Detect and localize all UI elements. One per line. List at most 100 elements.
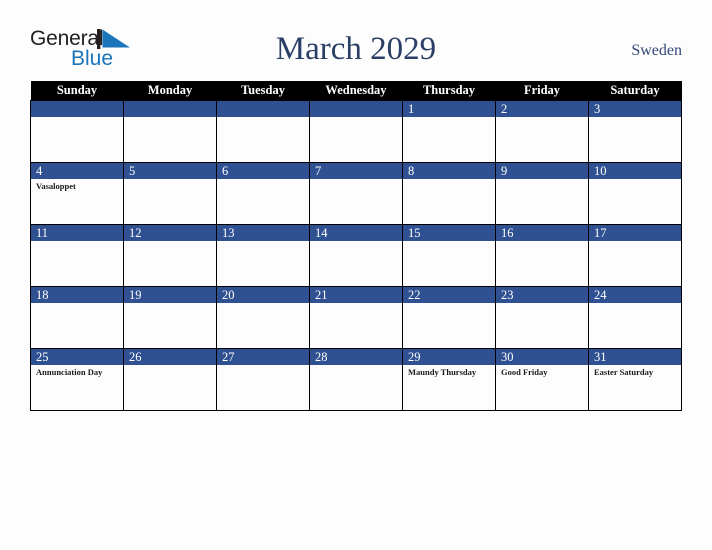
calendar-day-cell[interactable]: 13 [216, 224, 310, 287]
day-number: 19 [124, 287, 216, 303]
calendar-day-cell[interactable]: 12 [123, 224, 217, 287]
day-number: 8 [403, 163, 495, 179]
day-events [217, 117, 309, 119]
weekday-header-wednesday: Wednesday [309, 81, 403, 101]
day-events [589, 179, 681, 181]
weekday-header-sunday: Sunday [30, 81, 124, 101]
day-number: 12 [124, 225, 216, 241]
day-number: 13 [217, 225, 309, 241]
calendar-day-cell[interactable]: 2 [495, 100, 589, 163]
day-events [403, 179, 495, 181]
day-events [403, 303, 495, 305]
calendar-grid: Sunday Monday Tuesday Wednesday Thursday… [30, 81, 682, 411]
day-events: Easter Saturday [589, 365, 681, 378]
calendar-day-cell[interactable]: 31 Easter Saturday [588, 348, 682, 411]
day-number: 16 [496, 225, 588, 241]
calendar-day-cell[interactable]: 11 [30, 224, 124, 287]
calendar-day-cell[interactable]: 3 [588, 100, 682, 163]
day-number: 18 [31, 287, 123, 303]
calendar-week-row: 11 12 13 14 15 16 17 [30, 224, 682, 287]
weekday-header-tuesday: Tuesday [216, 81, 310, 101]
page-header: General Blue March 2029 Sweden [30, 26, 682, 76]
calendar-day-cell[interactable]: 29 Maundy Thursday [402, 348, 496, 411]
calendar-day-cell[interactable]: 28 [309, 348, 403, 411]
day-events [124, 117, 216, 119]
calendar-day-cell[interactable]: 30 Good Friday [495, 348, 589, 411]
calendar-day-cell[interactable]: 21 [309, 286, 403, 349]
day-events [403, 241, 495, 243]
day-number: 17 [589, 225, 681, 241]
day-number: 3 [589, 101, 681, 117]
calendar-week-row: 123 [30, 100, 682, 163]
calendar-day-cell[interactable]: 22 [402, 286, 496, 349]
day-number: 20 [217, 287, 309, 303]
calendar-day-cell[interactable]: 20 [216, 286, 310, 349]
day-number [31, 101, 123, 117]
day-events [124, 241, 216, 243]
day-events [310, 241, 402, 243]
day-number: 25 [31, 349, 123, 365]
day-events [403, 117, 495, 119]
day-events [31, 303, 123, 305]
calendar-day-cell[interactable]: 7 [309, 162, 403, 225]
calendar-day-cell[interactable]: 25 Annunciation Day [30, 348, 124, 411]
calendar-day-cell[interactable]: 4 Vasaloppet [30, 162, 124, 225]
calendar-body: 1 2 3 4 Vasaloppet 5 6 7 8 9 10 11 12 13 14 15 16 17 18 19 2… [30, 100, 682, 411]
calendar-day-cell[interactable]: 18 [30, 286, 124, 349]
day-events [310, 303, 402, 305]
calendar-day-cell[interactable] [309, 100, 403, 163]
day-events [496, 241, 588, 243]
event-label: Annunciation Day [36, 367, 103, 377]
calendar-day-cell[interactable]: 1 [402, 100, 496, 163]
day-number: 10 [589, 163, 681, 179]
day-number: 28 [310, 349, 402, 365]
day-events [310, 117, 402, 119]
calendar-week-row: 18 19 20 21 22 23 24 [30, 286, 682, 349]
calendar-day-cell[interactable]: 10 [588, 162, 682, 225]
calendar-day-cell[interactable]: 15 [402, 224, 496, 287]
calendar-day-cell[interactable]: 19 [123, 286, 217, 349]
day-number: 1 [403, 101, 495, 117]
day-events: Vasaloppet [31, 179, 123, 192]
day-number: 21 [310, 287, 402, 303]
day-events [217, 365, 309, 367]
event-label: Easter Saturday [594, 367, 654, 377]
calendar-day-cell[interactable]: 8 [402, 162, 496, 225]
event-label: Good Friday [501, 367, 548, 377]
calendar-day-cell[interactable]: 26 [123, 348, 217, 411]
day-number: 11 [31, 225, 123, 241]
calendar-day-cell[interactable]: 17 [588, 224, 682, 287]
day-number: 26 [124, 349, 216, 365]
day-events [496, 179, 588, 181]
day-number: 7 [310, 163, 402, 179]
day-number [217, 101, 309, 117]
day-number: 30 [496, 349, 588, 365]
calendar-day-cell[interactable]: 24 [588, 286, 682, 349]
weekday-header-saturday: Saturday [588, 81, 682, 101]
calendar-day-cell[interactable]: 27 [216, 348, 310, 411]
day-number: 4 [31, 163, 123, 179]
calendar-day-cell[interactable]: 9 [495, 162, 589, 225]
calendar-day-cell[interactable]: 14 [309, 224, 403, 287]
day-events [217, 241, 309, 243]
day-number: 9 [496, 163, 588, 179]
day-number: 31 [589, 349, 681, 365]
calendar-day-cell[interactable]: 5 [123, 162, 217, 225]
calendar-day-cell[interactable] [30, 100, 124, 163]
day-events [496, 117, 588, 119]
day-events [124, 365, 216, 367]
calendar-day-cell[interactable]: 23 [495, 286, 589, 349]
day-number: 23 [496, 287, 588, 303]
calendar-page: General Blue March 2029 Sweden Sunday Mo… [0, 0, 712, 550]
day-number: 15 [403, 225, 495, 241]
calendar-day-cell[interactable] [216, 100, 310, 163]
day-events: Maundy Thursday [403, 365, 495, 378]
day-number: 27 [217, 349, 309, 365]
calendar-day-cell[interactable]: 16 [495, 224, 589, 287]
calendar-day-cell[interactable]: 6 [216, 162, 310, 225]
day-number: 22 [403, 287, 495, 303]
day-events: Good Friday [496, 365, 588, 378]
calendar-day-cell[interactable] [123, 100, 217, 163]
day-events [31, 117, 123, 119]
weekday-header-monday: Monday [123, 81, 217, 101]
